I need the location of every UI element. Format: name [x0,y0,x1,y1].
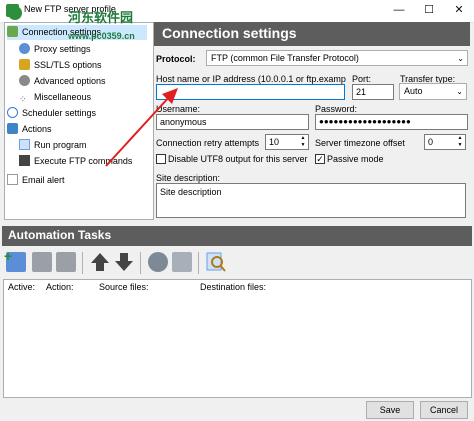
tree-item-email-alert[interactable]: Email alert [7,173,65,188]
protocol-label: Protocol: [156,54,196,64]
protocol-select[interactable]: FTP (common File Transfer Protocol) ⌄ [206,50,468,66]
tree-item-proxy-settings[interactable]: Proxy settings [19,42,91,57]
copy-task-icon[interactable] [148,252,168,272]
column-action: Action: [46,282,74,292]
connection-settings-header: Connection settings [154,22,470,46]
annotation-arrow [105,88,178,167]
tree-item-advanced-options[interactable]: Advanced options [19,74,106,89]
maximize-button[interactable]: ☐ [414,0,444,21]
paste-task-icon[interactable] [172,252,192,272]
cancel-button[interactable]: Cancel [420,401,468,419]
chevron-down-icon: ⌄ [456,87,463,96]
edit-task-icon[interactable] [32,252,52,272]
close-button[interactable]: ✕ [444,0,474,21]
email-icon [7,174,18,185]
tree-item-scheduler-settings[interactable]: Scheduler settings [7,106,96,121]
tree-item-miscellaneous[interactable]: ⁘ Miscellaneous [19,90,91,105]
tree-item-label: Proxy settings [34,44,91,54]
gear-icon [19,75,30,86]
dots-icon: ⁘ [19,94,27,104]
spin-down-icon[interactable]: ▼ [456,142,464,148]
tree-item-label: Actions [22,124,52,134]
plug-icon [7,26,18,37]
section-title: Automation Tasks [8,228,112,242]
delete-task-icon[interactable] [56,252,76,272]
watermark-text: 河东软件园 [68,11,134,26]
terminal-icon [19,155,30,166]
timezone-offset-input[interactable]: 0 ▲ ▼ [424,134,466,150]
clock-icon [7,107,18,118]
section-title: Connection settings [162,25,297,41]
tree-item-label: Miscellaneous [34,92,92,102]
passive-mode-label: Passive mode [327,154,384,164]
toolbar-separator [140,252,141,274]
column-active: Active: [8,282,36,292]
column-source-files: Source files: [99,282,149,292]
run-icon [19,139,30,150]
tree-item-label: Email alert [22,175,65,185]
transfer-type-select[interactable]: Auto ⌄ [399,83,467,100]
site-description-input[interactable]: Site description [156,183,466,218]
host-label: Host name or IP address (10.0.0.1 or ftp… [156,74,346,84]
watermark-url: www.pc0359.cn [68,31,135,41]
disable-utf8-label: Disable UTF8 output for this server [168,154,308,164]
proxy-icon [19,43,30,54]
actions-icon [7,123,18,134]
passive-mode-checkbox[interactable]: ✓ [315,154,325,164]
chevron-down-icon: ⌄ [457,54,464,63]
port-input[interactable]: 21 [352,84,394,100]
port-label: Port: [352,74,372,84]
move-up-icon[interactable] [90,252,110,272]
lock-icon [19,59,30,70]
automation-task-list[interactable]: Active: Action: Source files: Destinatio… [3,279,472,398]
search-icon[interactable] [206,252,226,272]
password-input[interactable]: ●●●●●●●●●●●●●●●●●●● [315,114,468,130]
tree-item-label: Run program [34,140,87,150]
tree-item-ssl-tls[interactable]: SSL/TLS options [19,58,102,73]
tree-item-label: Scheduler settings [22,108,97,118]
automation-toolbar: + [2,246,472,278]
password-label: Password: [315,104,358,114]
column-destination-files: Destination files: [200,282,267,292]
site-description-label: Site description: [156,173,221,183]
timezone-offset-value: 0 [428,137,434,147]
tree-item-label: Advanced options [34,76,106,86]
host-input[interactable] [156,84,345,100]
save-button[interactable]: Save [366,401,414,419]
protocol-value: FTP (common File Transfer Protocol) [211,53,359,63]
move-down-icon[interactable] [114,252,134,272]
tree-item-label: SSL/TLS options [34,60,102,70]
automation-tasks-header: Automation Tasks [2,226,472,246]
toolbar-separator [198,252,199,274]
toolbar-separator [82,252,83,274]
timezone-offset-label: Server timezone offset [315,138,405,148]
minimize-button[interactable]: — [384,0,414,21]
watermark-logo [8,6,22,20]
tree-item-actions[interactable]: Actions [7,122,52,137]
add-task-icon[interactable]: + [4,248,26,272]
retry-attempts-input[interactable]: 10 ▲ ▼ [265,134,309,150]
tree-item-run-program[interactable]: Run program [19,138,87,153]
spin-down-icon[interactable]: ▼ [299,142,307,148]
transfer-type-value: Auto [404,86,423,96]
spin-up-icon[interactable]: ▲ [299,135,307,141]
spin-up-icon[interactable]: ▲ [456,135,464,141]
retry-attempts-value: 10 [269,137,280,147]
